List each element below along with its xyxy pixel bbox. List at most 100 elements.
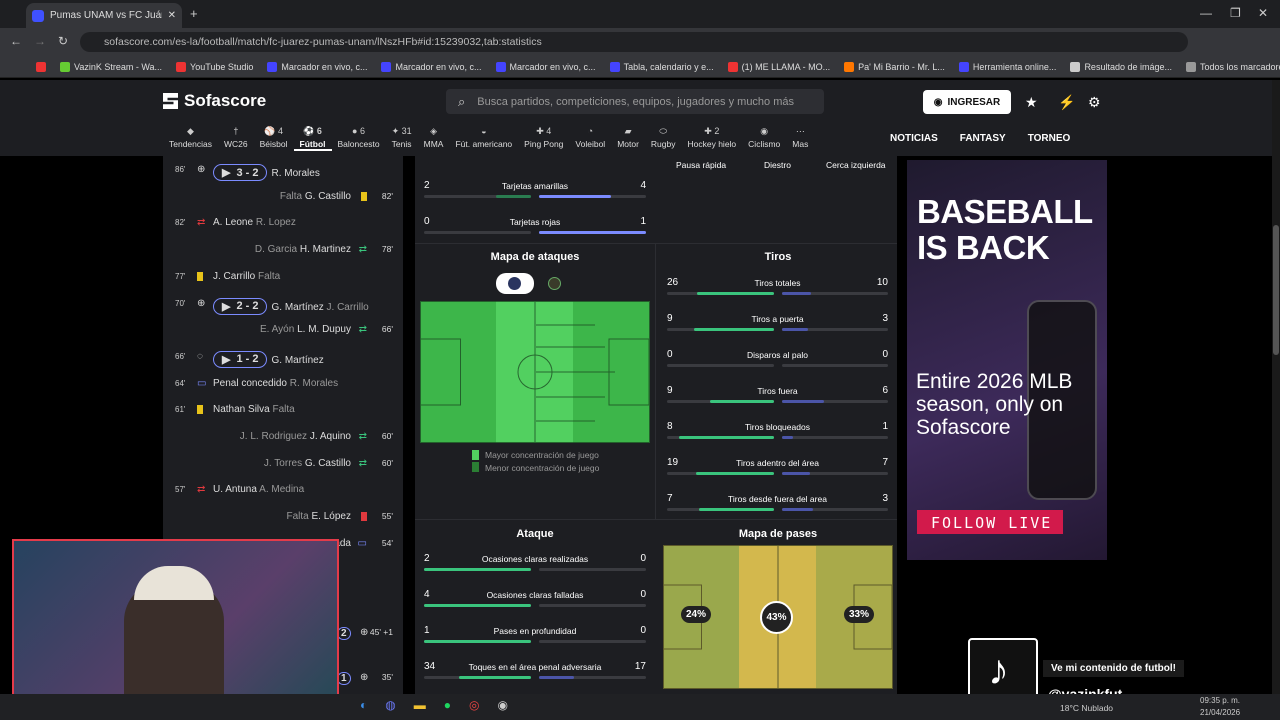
search-input[interactable]: ⌕ Busca partidos, competiciones, equipos,… [446, 89, 824, 114]
stat-row: 26 Tiros totales 10 [667, 272, 888, 302]
incident-row[interactable]: 66' ◌ ▶ 1 - 2 G. Martínez [163, 346, 403, 372]
bookmark-item[interactable]: Pa' Mi Barrio - Mr. L... [844, 61, 945, 72]
scrollbar[interactable] [1272, 80, 1280, 694]
sport-tab[interactable]: ◔ Voleibol [569, 126, 611, 151]
close-tab-icon[interactable]: ✕ [168, 10, 176, 21]
incident-minute: 60' [381, 457, 393, 468]
incident-row[interactable]: 82' Falta G. Castillo [163, 186, 403, 212]
back-icon[interactable]: ← [10, 34, 22, 48]
bookmark-item[interactable]: Marcador en vivo, c... [381, 61, 482, 72]
tournament-link[interactable]: TORNEO [1028, 133, 1071, 144]
score-pill[interactable]: ▶ 3 - 2 [213, 164, 268, 181]
incident-row[interactable]: 60' ⇄ J. Torres G. Castillo [163, 453, 403, 479]
stat-home-bar [424, 568, 531, 571]
incident-row[interactable]: 55' Falta E. López [163, 506, 403, 532]
url-input[interactable]: sofascore.com/es-la/football/match/fc-ju… [80, 32, 1188, 52]
stat-row: 19 Tiros adentro del área 7 [667, 452, 888, 482]
fantasy-link[interactable]: FANTASY [960, 133, 1006, 144]
incident-row[interactable]: 61' Nathan Silva Falta [163, 399, 403, 425]
favorites-star-icon[interactable]: ★ [1025, 94, 1038, 111]
sport-tab[interactable]: † WC26 [218, 126, 254, 151]
all-bookmarks[interactable]: Todos los marcadores [1186, 61, 1280, 72]
bookmark-item[interactable]: Resultado de imáge... [1070, 61, 1172, 72]
sport-tab[interactable]: ✚ 2 Hockey hielo [682, 126, 743, 151]
sport-tab[interactable]: ✚ 4 Ping Pong [518, 126, 569, 151]
incident-row[interactable]: 57' ⇄ U. Antuna A. Medina [163, 479, 403, 505]
clock-date[interactable]: 21/04/2026 [1200, 708, 1240, 717]
sofascore-logo[interactable]: Sofascore [163, 91, 266, 111]
new-tab-icon[interactable]: + [190, 6, 198, 21]
score-pill[interactable]: ▶ 2 - 2 [213, 297, 268, 315]
sport-tab[interactable]: ▰ Motor [611, 126, 645, 151]
close-window-icon[interactable]: ✕ [1258, 6, 1268, 20]
incident-row[interactable]: 77' J. Carrillo Falta [163, 266, 403, 292]
var-icon: ▭ [197, 377, 207, 389]
incident-row[interactable]: 60' ⇄ J. L. Rodriguez J. Aquino [163, 426, 403, 452]
score-pill[interactable]: 2 [337, 627, 351, 640]
incident-row[interactable]: 66' ⇄ E. Ayón L. M. Dupuy [163, 319, 403, 345]
spotify-icon[interactable]: ● [444, 698, 451, 712]
settings-gear-icon[interactable]: ⚙ [1088, 94, 1101, 111]
sport-tab[interactable]: ⬭ Rugby [645, 126, 682, 151]
bookmark-item[interactable]: Tabla, calendario y e... [609, 61, 714, 72]
incident-row[interactable]: 86' ⊕ ▶ 3 - 2 R. Morales [163, 159, 403, 185]
score-pill[interactable]: 1 [337, 672, 351, 685]
mlb-ad-banner[interactable]: BASEBALL IS BACK Entire 2026 MLB season,… [907, 160, 1107, 560]
bookmark-item[interactable]: VazinK Stream - Wa... [60, 61, 162, 72]
sport-icon: ⬭ [659, 126, 668, 136]
stat-away-value: 3 [882, 313, 888, 324]
pass-map-pitch: 24% 43% 33% [663, 545, 893, 689]
score-pill[interactable]: ▶ 1 - 2 [213, 350, 268, 368]
restore-icon[interactable]: ❐ [1230, 6, 1241, 20]
sport-tab[interactable]: ◆ Tendencias [163, 126, 218, 151]
incident-text: ▶ 2 - 2 G. Martínez J. Carrillo [213, 297, 369, 315]
bookmark-item[interactable] [36, 61, 46, 72]
weather-widget[interactable]: 18°C Nublado [1060, 703, 1113, 713]
section-divider [415, 243, 897, 244]
login-button[interactable]: ◉ INGRESAR [923, 90, 1011, 114]
bookmark-item[interactable]: Marcador en vivo, c... [267, 61, 367, 72]
incident-row[interactable]: 82' ⇄ A. Leone R. Lopez [163, 212, 403, 238]
forward-icon[interactable]: → [34, 34, 46, 48]
incident-row[interactable]: 64' ▭ Penal concedido R. Morales [163, 373, 403, 399]
folder-icon[interactable]: ▬ [414, 698, 426, 712]
discord-icon[interactable]: ◍ [385, 698, 395, 712]
incident-minute: 45' +1 [369, 627, 393, 637]
scrollbar-thumb[interactable] [1273, 225, 1279, 355]
stat-away-bar [539, 568, 646, 571]
sport-tab[interactable]: ◉ Ciclismo [742, 126, 786, 151]
top-stat-right: Cerca izquierda [826, 160, 886, 170]
incident-row[interactable]: 70' ⊕ ▶ 2 - 2 G. Martínez J. Carrillo [163, 293, 403, 319]
incident-text: A. Leone R. Lopez [213, 217, 296, 229]
sport-tab[interactable]: ◈ MMA [418, 126, 450, 151]
bookmark-item[interactable]: YouTube Studio [176, 61, 253, 72]
minimize-icon[interactable]: — [1200, 6, 1212, 20]
home-team-toggle[interactable] [496, 273, 534, 294]
sub-icon: ⇄ [197, 217, 206, 229]
sport-tab[interactable]: ⋯ Mas [786, 126, 814, 151]
sport-icon: ⋯ [795, 126, 805, 136]
bookmark-item[interactable]: Herramienta online... [958, 61, 1056, 72]
edge-icon[interactable]: ◐ [360, 698, 367, 712]
follow-live-button[interactable]: FOLLOW LIVE [917, 510, 1063, 534]
sport-tab[interactable]: ◒ Fút. americano [449, 126, 518, 151]
stat-home-bar [667, 436, 774, 439]
bookmark-item[interactable]: (1) ME LLAMA - MO... [727, 61, 830, 72]
sport-tab[interactable]: ✦ 31 Tenis [386, 126, 418, 151]
news-link[interactable]: NOTICIAS [890, 133, 938, 144]
sport-tab[interactable]: ⚾ 4 Béisbol [254, 126, 294, 151]
clock-time[interactable]: 09:35 p. m. [1200, 696, 1240, 705]
chrome-icon[interactable]: ◎ [469, 698, 479, 712]
live-bolt-icon[interactable]: ⚡ [1058, 94, 1075, 111]
bookmark-item[interactable]: Marcador en vivo, c... [495, 61, 596, 72]
sport-tab[interactable]: ● 6 Baloncesto [332, 126, 386, 151]
reload-icon[interactable]: ↻ [58, 34, 68, 48]
sub-icon: ⇄ [197, 484, 206, 496]
juarez-crest-icon[interactable] [548, 277, 561, 290]
sport-tab[interactable]: ⚽ 6 Fútbol [293, 126, 332, 151]
browser-tab[interactable]: Pumas UNAM vs FC Juárez resu ✕ [26, 3, 182, 28]
obs-icon[interactable]: ◉ [497, 698, 507, 712]
goal-icon: ⊕ [360, 627, 369, 638]
stat-away-bar [539, 676, 646, 679]
incident-row[interactable]: 78' ⇄ D. Garcia H. Martinez [163, 239, 403, 265]
